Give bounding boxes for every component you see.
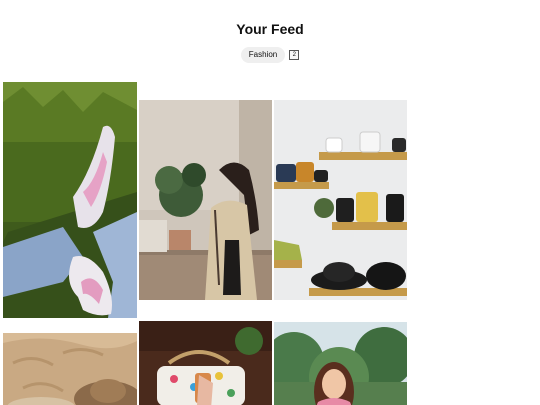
filter-row: Fashion 2 <box>0 47 540 63</box>
filter-count-badge[interactable]: 2 <box>289 50 300 60</box>
pin-image-printed-handbag <box>139 321 272 405</box>
pin-image-sun-hat <box>3 333 137 405</box>
pin-image-trench-coat <box>139 100 272 300</box>
fashion-filter-chip[interactable]: Fashion <box>240 47 286 63</box>
pin-card-sun-hat[interactable] <box>3 333 137 405</box>
feed-page: Your Feed Fashion 2 <box>0 0 540 405</box>
pin-card-handbag-shelves[interactable] <box>274 100 407 300</box>
pin-card-woman-outdoors[interactable] <box>274 322 407 405</box>
pin-image-sneakers <box>3 82 137 318</box>
pin-card-printed-handbag[interactable] <box>139 321 272 405</box>
pin-image-woman-outdoors <box>274 322 407 405</box>
page-title: Your Feed <box>236 21 304 37</box>
pin-card-sneakers[interactable] <box>3 82 137 318</box>
pin-card-trench-coat[interactable] <box>139 100 272 300</box>
pin-image-handbag-shelves <box>274 100 407 300</box>
